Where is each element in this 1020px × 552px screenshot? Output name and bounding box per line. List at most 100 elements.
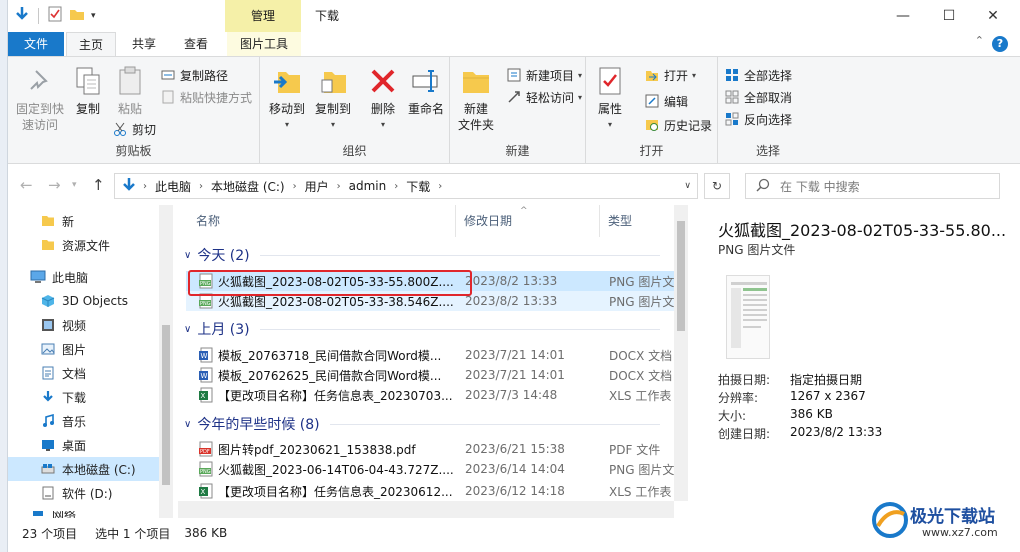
copy-path-button[interactable]: 复制路径 bbox=[160, 65, 228, 85]
breadcrumb-admin[interactable]: admin bbox=[349, 179, 387, 193]
tab-share[interactable]: 共享 bbox=[120, 32, 168, 56]
nav-label: 新 bbox=[62, 214, 75, 229]
group-label-organize: 组织 bbox=[342, 144, 367, 158]
nav-item-software-d[interactable]: 软件 (D:) bbox=[8, 481, 160, 505]
breadcrumb-local-disk-c[interactable]: 本地磁盘 (C:) bbox=[211, 178, 285, 195]
edit-button[interactable]: 编辑 bbox=[644, 91, 688, 111]
pin-to-quick-access-button[interactable]: 固定到快 速访问 bbox=[14, 65, 66, 133]
collapse-ribbon-icon[interactable]: ⌃ bbox=[975, 34, 984, 47]
title-bar: ▾ 管理 下载 — ☐ ✕ bbox=[8, 0, 1020, 32]
download-folder-icon bbox=[121, 177, 137, 196]
search-input[interactable]: 在 下载 中搜索 bbox=[745, 173, 1000, 199]
delete-button[interactable]: 删除 ▾ bbox=[366, 65, 400, 133]
nav-item-3d-objects[interactable]: 3D Objects bbox=[8, 289, 160, 313]
help-icon[interactable]: ? bbox=[992, 36, 1008, 52]
nav-item-documents[interactable]: 文档 bbox=[8, 361, 160, 385]
excel-file-icon: X bbox=[199, 483, 213, 499]
file-date: 2023/7/21 14:01 bbox=[465, 368, 565, 382]
address-bar[interactable]: › 此电脑 › 本地磁盘 (C:) › 用户 › admin › 下载 › ∨ bbox=[114, 173, 698, 199]
nav-pane-scroll-thumb[interactable] bbox=[162, 325, 170, 485]
close-button[interactable]: ✕ bbox=[970, 0, 1016, 32]
file-list-horizontal-scrollbar[interactable] bbox=[178, 501, 674, 518]
download-arrow-icon[interactable] bbox=[14, 6, 30, 25]
file-row[interactable]: X 【更改项目名称】任务信息表_20230612... 2023/6/12 14… bbox=[186, 481, 682, 501]
breadcrumb-users[interactable]: 用户 bbox=[305, 178, 329, 195]
select-all-button[interactable]: 全部选择 bbox=[724, 65, 792, 85]
history-button[interactable]: 历史记录 bbox=[644, 115, 712, 135]
column-header-type[interactable]: 类型 bbox=[600, 205, 674, 237]
group-divider bbox=[259, 254, 660, 256]
tab-home[interactable]: 主页 bbox=[66, 32, 116, 56]
refresh-button[interactable]: ↻ bbox=[704, 173, 730, 199]
paste-shortcut-button[interactable]: 粘贴快捷方式 bbox=[160, 87, 252, 107]
file-list-scrollbar[interactable] bbox=[674, 205, 688, 501]
prop-value[interactable]: 指定拍摄日期 bbox=[790, 371, 862, 388]
group-header-last-month[interactable]: ∨ 上月 (3) bbox=[184, 317, 660, 341]
tab-view[interactable]: 查看 bbox=[172, 32, 220, 56]
delete-label: 删除 bbox=[370, 102, 395, 116]
move-to-button[interactable]: 移动到 ▾ bbox=[266, 65, 308, 133]
tab-picture-tools[interactable]: 图片工具 bbox=[227, 32, 301, 56]
tab-file[interactable]: 文件 bbox=[8, 32, 64, 56]
new-folder-icon[interactable] bbox=[69, 6, 85, 25]
nav-item-resources[interactable]: 资源文件 bbox=[8, 233, 160, 257]
breadcrumb-this-pc[interactable]: 此电脑 bbox=[155, 178, 191, 195]
maximize-button[interactable]: ☐ bbox=[926, 0, 972, 32]
cut-button[interactable]: 剪切 bbox=[112, 119, 156, 139]
group-title: 今年的早些时候 (8) bbox=[197, 417, 320, 433]
rename-icon bbox=[410, 65, 442, 97]
column-header-date[interactable]: 修改日期 ^ bbox=[456, 205, 600, 237]
copy-to-button[interactable]: 复制到 ▾ bbox=[312, 65, 354, 133]
forward-arrow-icon[interactable]: → bbox=[48, 176, 61, 194]
nav-item-desktop[interactable]: 桌面 bbox=[8, 433, 160, 457]
preview-subtitle: PNG 图片文件 bbox=[718, 243, 796, 257]
nav-item-new[interactable]: 新 bbox=[8, 209, 160, 233]
column-header-name[interactable]: 名称 bbox=[188, 205, 456, 237]
recent-locations-icon[interactable]: ▾ bbox=[72, 180, 77, 190]
nav-item-local-disk-c[interactable]: 本地磁盘 (C:) bbox=[8, 457, 160, 481]
file-row[interactable]: PNG 火狐截图_2023-06-14T06-04-43.727Z.... 20… bbox=[186, 459, 683, 479]
properties-button[interactable]: 属性 ▾ bbox=[594, 65, 626, 133]
address-row: ← → ▾ ↑ › 此电脑 › 本地磁盘 (C:) › 用户 › admin ›… bbox=[8, 168, 1020, 204]
rename-button[interactable]: 重命名 bbox=[406, 65, 446, 117]
file-row[interactable]: W 模板_20762625_民间借款合同Word模... 2023/7/21 1… bbox=[186, 365, 682, 385]
quick-access-toolbar: ▾ bbox=[14, 6, 96, 25]
group-header-earlier-this-year[interactable]: ∨ 今年的早些时候 (8) bbox=[184, 412, 660, 436]
svg-text:PDF: PDF bbox=[200, 449, 210, 455]
group-header-today[interactable]: ∨ 今天 (2) bbox=[184, 243, 660, 267]
file-row[interactable]: PDF 图片转pdf_20230621_153838.pdf 2023/6/21… bbox=[186, 439, 682, 459]
nav-item-pictures[interactable]: 图片 bbox=[8, 337, 160, 361]
file-row[interactable]: W 模板_20763718_民间借款合同Word模... 2023/7/21 1… bbox=[186, 345, 682, 365]
video-icon bbox=[40, 317, 56, 333]
file-row[interactable]: X 【更改项目名称】任务信息表_20230703... 2023/7/3 14:… bbox=[186, 385, 682, 405]
easy-access-button[interactable]: 轻松访问 ▾ bbox=[506, 87, 582, 107]
file-date: 2023/6/12 14:18 bbox=[465, 484, 565, 498]
drive-icon bbox=[40, 485, 56, 501]
breadcrumb-downloads[interactable]: 下载 bbox=[406, 178, 430, 195]
select-none-label: 全部取消 bbox=[744, 90, 793, 105]
nav-label: 网络 bbox=[52, 511, 77, 518]
back-arrow-icon[interactable]: ← bbox=[20, 176, 33, 194]
open-button[interactable]: 打开 ▾ bbox=[644, 65, 696, 85]
address-dropdown-icon[interactable]: ∨ bbox=[684, 181, 691, 191]
nav-item-downloads[interactable]: 下载 bbox=[8, 385, 160, 409]
paste-button[interactable]: 粘贴 bbox=[112, 65, 148, 117]
group-divider bbox=[329, 423, 660, 425]
nav-item-music[interactable]: 音乐 bbox=[8, 409, 160, 433]
up-arrow-icon[interactable]: ↑ bbox=[92, 176, 105, 194]
select-none-button[interactable]: 全部取消 bbox=[724, 87, 792, 107]
new-folder-button[interactable]: 新建 文件夹 bbox=[456, 65, 496, 133]
nav-item-videos[interactable]: 视频 bbox=[8, 313, 160, 337]
refresh-icon: ↻ bbox=[711, 179, 723, 193]
minimize-button[interactable]: — bbox=[880, 0, 926, 32]
qat-dropdown-icon[interactable]: ▾ bbox=[91, 11, 96, 21]
new-item-button[interactable]: 新建项目 ▾ bbox=[506, 65, 582, 85]
file-list-scroll-thumb[interactable] bbox=[677, 221, 685, 331]
invert-selection-button[interactable]: 反向选择 bbox=[724, 109, 792, 129]
manage-context-tab[interactable]: 管理 bbox=[225, 0, 301, 32]
copy-button[interactable]: 复制 bbox=[70, 65, 106, 117]
nav-item-this-pc[interactable]: 此电脑 bbox=[8, 265, 160, 289]
nav-item-network[interactable]: 网络 bbox=[8, 511, 160, 518]
properties-check-icon[interactable] bbox=[47, 6, 63, 25]
nav-pane-scrollbar[interactable] bbox=[159, 205, 173, 518]
